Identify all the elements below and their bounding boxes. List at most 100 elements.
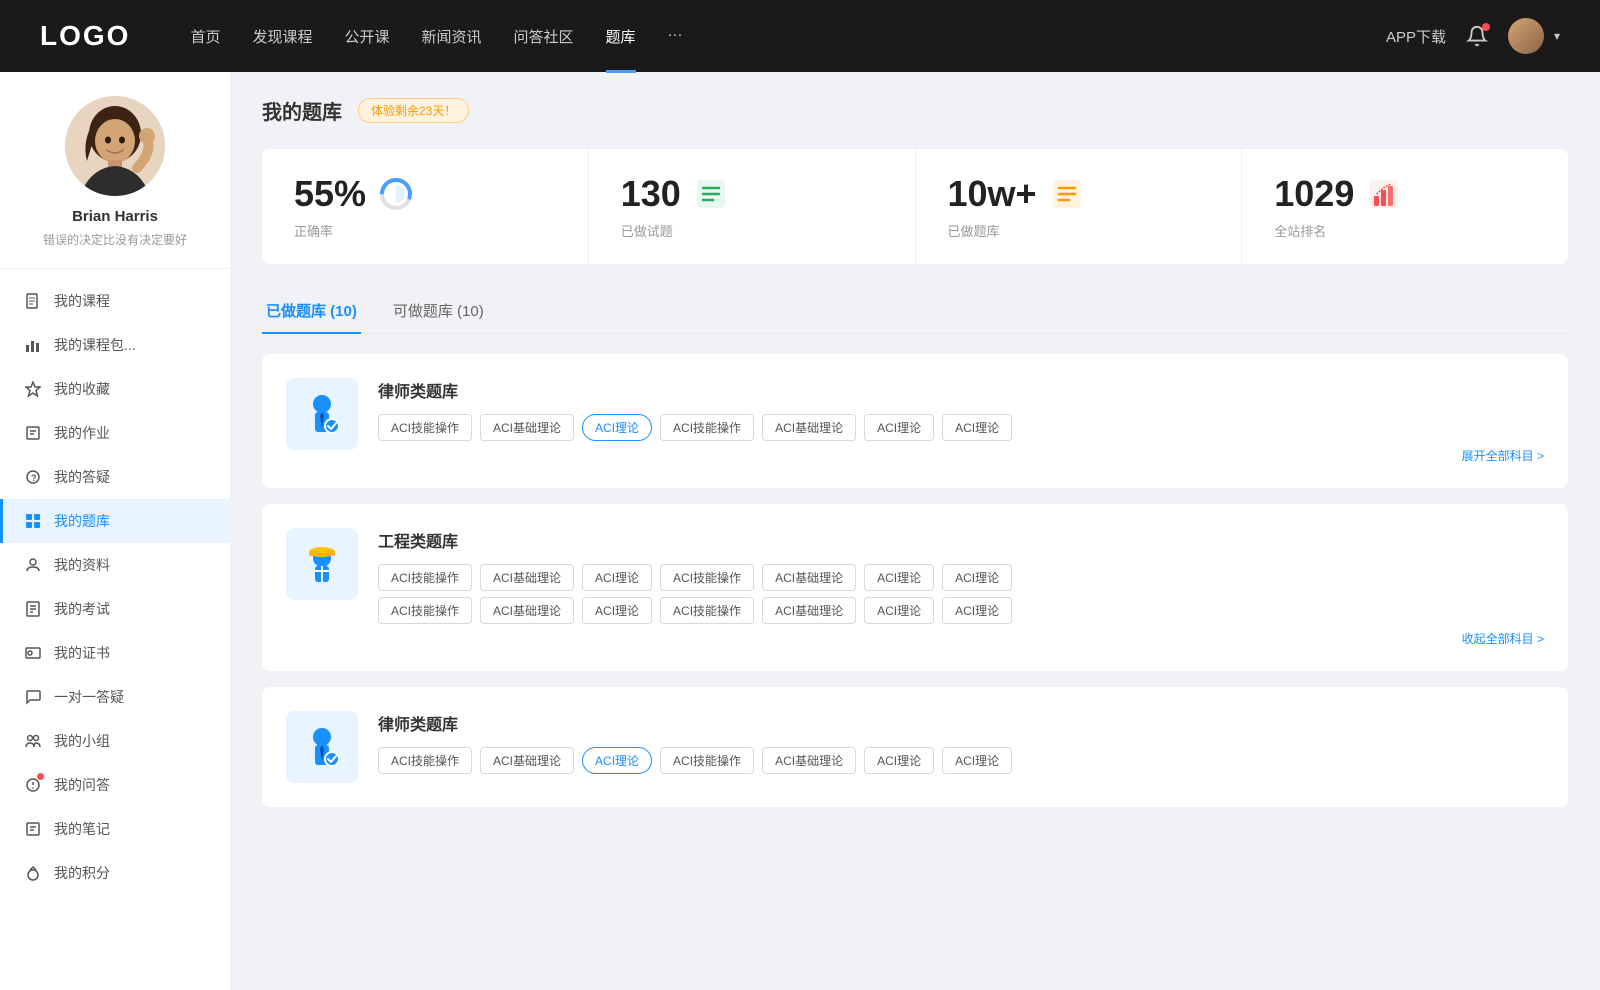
stat-done-banks-value: 10w+	[948, 173, 1037, 215]
tag-0-1[interactable]: ACI基础理论	[480, 414, 574, 441]
sidebar-item-label: 我的课程	[54, 291, 110, 311]
nav-more[interactable]: ···	[668, 26, 683, 47]
stat-ranking: 1029 全站排名	[1242, 149, 1568, 264]
tag-1r2-6[interactable]: ACI理论	[942, 597, 1012, 624]
tag-0-5[interactable]: ACI理论	[864, 414, 934, 441]
user-name: Brian Harris	[20, 208, 210, 225]
sidebar-item-label: 我的题库	[54, 511, 110, 531]
sidebar-item-my-cert[interactable]: 我的证书	[0, 631, 230, 675]
tag-1-3[interactable]: ACI技能操作	[660, 564, 754, 591]
sidebar-item-my-package[interactable]: 我的课程包...	[0, 323, 230, 367]
star-icon	[24, 380, 42, 398]
qbank-icon-lawyer-0	[286, 378, 358, 450]
tag-2-1[interactable]: ACI基础理论	[480, 747, 574, 774]
sidebar-item-label: 我的资料	[54, 555, 110, 575]
question-circle-icon: ?	[24, 468, 42, 486]
expand-button-0[interactable]: 展开全部科目 >	[1462, 447, 1544, 464]
qbank-tags-0: ACI技能操作 ACI基础理论 ACI理论 ACI技能操作 ACI基础理论 AC…	[378, 414, 1544, 441]
nav-news[interactable]: 新闻资讯	[422, 26, 482, 47]
tag-1r2-2[interactable]: ACI理论	[582, 597, 652, 624]
tag-1-2[interactable]: ACI理论	[582, 564, 652, 591]
tag-1-1[interactable]: ACI基础理论	[480, 564, 574, 591]
sidebar-item-my-group[interactable]: 我的小组	[0, 719, 230, 763]
sidebar: Brian Harris 错误的决定比没有决定要好 我的课程 我的课程包...	[0, 72, 230, 990]
qbank-title-0: 律师类题库	[378, 378, 1544, 402]
qbank-content-1: 工程类题库 ACI技能操作 ACI基础理论 ACI理论 ACI技能操作 ACI基…	[378, 528, 1544, 647]
file-icon	[24, 292, 42, 310]
stat-accuracy: 55% 正确率	[262, 149, 589, 264]
note-icon	[24, 820, 42, 838]
tag-1-5[interactable]: ACI理论	[864, 564, 934, 591]
nav-qbank[interactable]: 题库	[606, 26, 636, 47]
sidebar-item-my-qa[interactable]: ? 我的答疑	[0, 455, 230, 499]
sidebar-item-label: 我的课程包...	[54, 335, 136, 355]
tag-0-2[interactable]: ACI理论	[582, 414, 652, 441]
chat-icon	[24, 688, 42, 706]
tag-1r2-4[interactable]: ACI基础理论	[762, 597, 856, 624]
sidebar-item-my-qna[interactable]: 我的问答	[0, 763, 230, 807]
qbank-content-2: 律师类题库 ACI技能操作 ACI基础理论 ACI理论 ACI技能操作 ACI基…	[378, 711, 1544, 780]
trial-badge: 体验剩余23天！	[358, 98, 469, 123]
sidebar-menu: 我的课程 我的课程包... 我的收藏 我的作业	[0, 269, 230, 905]
tag-1r2-5[interactable]: ACI理论	[864, 597, 934, 624]
nav-right: APP下载 ▾	[1386, 18, 1560, 54]
tag-2-3[interactable]: ACI技能操作	[660, 747, 754, 774]
sidebar-item-my-points[interactable]: 我的积分	[0, 851, 230, 895]
tab-done-banks[interactable]: 已做题库 (10)	[262, 288, 361, 333]
stat-accuracy-label: 正确率	[294, 221, 556, 240]
sidebar-item-label: 我的考试	[54, 599, 110, 619]
list-orange-icon	[1049, 176, 1085, 212]
sidebar-item-label: 我的收藏	[54, 379, 110, 399]
tag-1r2-0[interactable]: ACI技能操作	[378, 597, 472, 624]
exam-icon	[24, 600, 42, 618]
qbank-tags-1-row2: ACI技能操作 ACI基础理论 ACI理论 ACI技能操作 ACI基础理论 AC…	[378, 597, 1544, 624]
stat-done-questions: 130 已做试题	[589, 149, 916, 264]
qbank-icon-lawyer-2	[286, 711, 358, 783]
nav-opencourse[interactable]: 公开课	[344, 26, 389, 47]
nav-home[interactable]: 首页	[190, 26, 220, 47]
nav-discover[interactable]: 发现课程	[252, 26, 312, 47]
tag-2-0[interactable]: ACI技能操作	[378, 747, 472, 774]
stats-row: 55% 正确率 130	[262, 149, 1568, 264]
tag-2-5[interactable]: ACI理论	[864, 747, 934, 774]
tag-0-0[interactable]: ACI技能操作	[378, 414, 472, 441]
app-download-button[interactable]: APP下载	[1386, 26, 1446, 47]
user-profile-button[interactable]: ▾	[1508, 18, 1560, 54]
tag-1r2-3[interactable]: ACI技能操作	[660, 597, 754, 624]
collapse-button-1[interactable]: 收起全部科目 >	[1462, 630, 1544, 647]
stat-done-banks-label: 已做题库	[948, 221, 1210, 240]
nav-avatar	[1508, 18, 1544, 54]
tab-available-banks[interactable]: 可做题库 (10)	[389, 288, 488, 333]
logo: LOGO	[40, 20, 130, 52]
tag-1r2-1[interactable]: ACI基础理论	[480, 597, 574, 624]
tag-0-6[interactable]: ACI理论	[942, 414, 1012, 441]
qbank-card-2: 律师类题库 ACI技能操作 ACI基础理论 ACI理论 ACI技能操作 ACI基…	[262, 687, 1568, 807]
tag-1-6[interactable]: ACI理论	[942, 564, 1012, 591]
sidebar-item-my-homework[interactable]: 我的作业	[0, 411, 230, 455]
tag-0-4[interactable]: ACI基础理论	[762, 414, 856, 441]
sidebar-item-my-qbank[interactable]: 我的题库	[0, 499, 230, 543]
cert-icon	[24, 644, 42, 662]
user-section: Brian Harris 错误的决定比没有决定要好	[0, 96, 230, 269]
sidebar-item-label: 我的作业	[54, 423, 110, 443]
medal-icon	[24, 864, 42, 882]
bar-chart-red-icon	[1366, 176, 1402, 212]
qna-notification-dot	[37, 773, 44, 780]
notification-bell[interactable]	[1466, 25, 1488, 47]
sidebar-item-my-favorites[interactable]: 我的收藏	[0, 367, 230, 411]
sidebar-item-my-notes[interactable]: 我的笔记	[0, 807, 230, 851]
tag-2-2[interactable]: ACI理论	[582, 747, 652, 774]
tag-2-6[interactable]: ACI理论	[942, 747, 1012, 774]
nav-qa[interactable]: 问答社区	[514, 26, 574, 47]
sidebar-item-my-courses[interactable]: 我的课程	[0, 279, 230, 323]
qbank-title-2: 律师类题库	[378, 711, 1544, 735]
tag-1-4[interactable]: ACI基础理论	[762, 564, 856, 591]
sidebar-item-label: 我的证书	[54, 643, 110, 663]
tag-1-0[interactable]: ACI技能操作	[378, 564, 472, 591]
sidebar-item-my-profile[interactable]: 我的资料	[0, 543, 230, 587]
sidebar-item-one-on-one[interactable]: 一对一答疑	[0, 675, 230, 719]
tag-0-3[interactable]: ACI技能操作	[660, 414, 754, 441]
sidebar-item-my-exam[interactable]: 我的考试	[0, 587, 230, 631]
sidebar-item-label: 一对一答疑	[54, 687, 124, 707]
tag-2-4[interactable]: ACI基础理论	[762, 747, 856, 774]
